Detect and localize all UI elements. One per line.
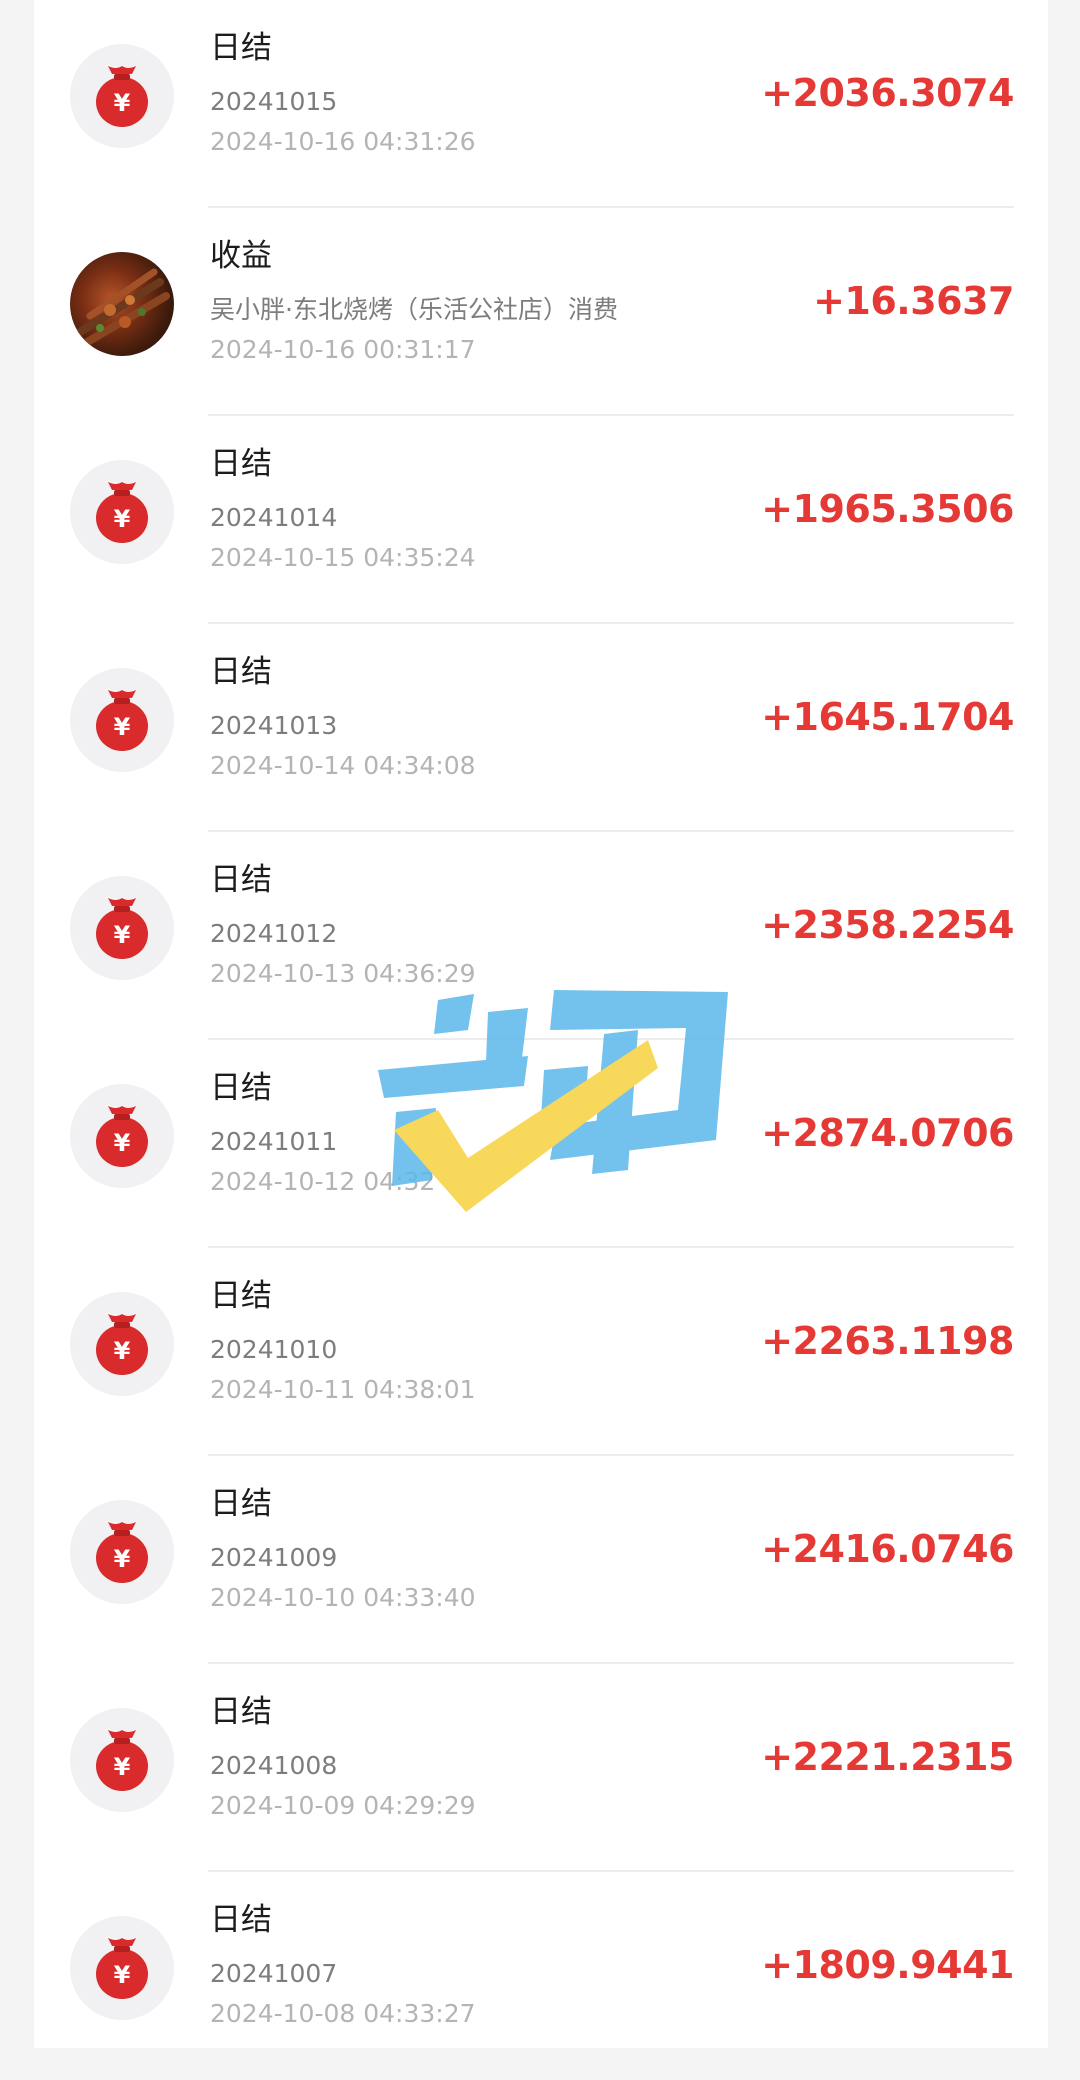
svg-text:¥: ¥ (114, 713, 131, 741)
transaction-amount: +2263.1198 (761, 1319, 1014, 1363)
transaction-subtitle: 20241009 (210, 1543, 338, 1572)
svg-text:¥: ¥ (114, 1545, 131, 1573)
transaction-row[interactable]: ¥ 日结 20241013 2024-10-14 04:34:08 +1645.… (34, 624, 1048, 832)
transaction-row[interactable]: ¥ 日结 20241009 2024-10-10 04:33:40 +2416.… (34, 1456, 1048, 1664)
transaction-row[interactable]: ¥ 日结 20241010 2024-10-11 04:38:01 +2263.… (34, 1248, 1048, 1456)
check-logo-watermark (378, 990, 734, 1216)
money-bag-icon: ¥ (70, 876, 174, 980)
money-bag-icon: ¥ (70, 1292, 174, 1396)
transaction-title: 日结 (210, 1278, 272, 1314)
transaction-title: 日结 (210, 1486, 272, 1522)
transaction-amount: +1965.3506 (761, 487, 1014, 531)
bbq-photo (70, 252, 174, 356)
transaction-time: 2024-10-16 00:31:17 (210, 335, 476, 364)
transaction-subtitle: 20241015 (210, 87, 338, 116)
transaction-subtitle: 20241012 (210, 919, 338, 948)
transaction-amount: +2036.3074 (761, 71, 1014, 115)
transaction-subtitle: 20241014 (210, 503, 338, 532)
transaction-time: 2024-10-14 04:34:08 (210, 751, 476, 780)
transaction-title: 日结 (210, 446, 272, 482)
transaction-amount: +1645.1704 (761, 695, 1014, 739)
transaction-title: 日结 (210, 1070, 272, 1106)
transaction-subtitle: 20241007 (210, 1959, 338, 1988)
transaction-time: 2024-10-08 04:33:27 (210, 1999, 476, 2028)
transaction-time: 2024-10-10 04:33:40 (210, 1583, 476, 1612)
transaction-title: 日结 (210, 30, 272, 66)
transaction-time: 2024-10-09 04:29:29 (210, 1791, 476, 1820)
transaction-amount: +2874.0706 (761, 1111, 1014, 1155)
money-bag-icon: ¥ (70, 1916, 174, 2020)
transaction-subtitle: 20241008 (210, 1751, 338, 1780)
transaction-amount: +1809.9441 (761, 1943, 1014, 1987)
money-bag-icon: ¥ (70, 460, 174, 564)
transaction-subtitle: 20241011 (210, 1127, 338, 1156)
svg-text:¥: ¥ (114, 505, 131, 533)
transaction-amount: +2416.0746 (761, 1527, 1014, 1571)
svg-text:¥: ¥ (114, 1129, 131, 1157)
transaction-row[interactable]: ¥ 日结 20241014 2024-10-15 04:35:24 +1965.… (34, 416, 1048, 624)
transaction-subtitle: 20241013 (210, 711, 338, 740)
transaction-time: 2024-10-16 04:31:26 (210, 127, 476, 156)
svg-text:¥: ¥ (114, 1337, 131, 1365)
svg-text:¥: ¥ (114, 1753, 131, 1781)
transaction-row[interactable]: ¥ 日结 20241007 2024-10-08 04:33:27 +1809.… (34, 1872, 1048, 2080)
money-bag-icon: ¥ (70, 668, 174, 772)
svg-text:¥: ¥ (114, 1961, 131, 1989)
transaction-amount: +2358.2254 (761, 903, 1014, 947)
transaction-time: 2024-10-15 04:35:24 (210, 543, 476, 572)
transaction-row[interactable]: ¥ 日结 20241015 2024-10-16 04:31:26 +2036.… (34, 0, 1048, 208)
transaction-time: 2024-10-13 04:36:29 (210, 959, 476, 988)
transaction-title: 日结 (210, 1902, 272, 1938)
transaction-row[interactable]: 收益 吴小胖·东北烧烤（乐活公社店）消费 2024-10-16 00:31:17… (34, 208, 1048, 416)
transaction-title: 日结 (210, 862, 272, 898)
money-bag-icon: ¥ (70, 1084, 174, 1188)
money-bag-icon: ¥ (70, 1708, 174, 1812)
transaction-amount: +2221.2315 (761, 1735, 1014, 1779)
transaction-amount: +16.3637 (813, 279, 1014, 323)
transaction-subtitle: 吴小胖·东北烧烤（乐活公社店）消费 (210, 295, 618, 324)
transaction-title: 日结 (210, 1694, 272, 1730)
transaction-title: 日结 (210, 654, 272, 690)
svg-text:¥: ¥ (114, 921, 131, 949)
transaction-subtitle: 20241010 (210, 1335, 338, 1364)
svg-text:¥: ¥ (114, 89, 131, 117)
transaction-row[interactable]: ¥ 日结 20241008 2024-10-09 04:29:29 +2221.… (34, 1664, 1048, 1872)
transaction-title: 收益 (210, 238, 272, 274)
money-bag-icon: ¥ (70, 1500, 174, 1604)
transaction-time: 2024-10-11 04:38:01 (210, 1375, 476, 1404)
money-bag-icon: ¥ (70, 44, 174, 148)
